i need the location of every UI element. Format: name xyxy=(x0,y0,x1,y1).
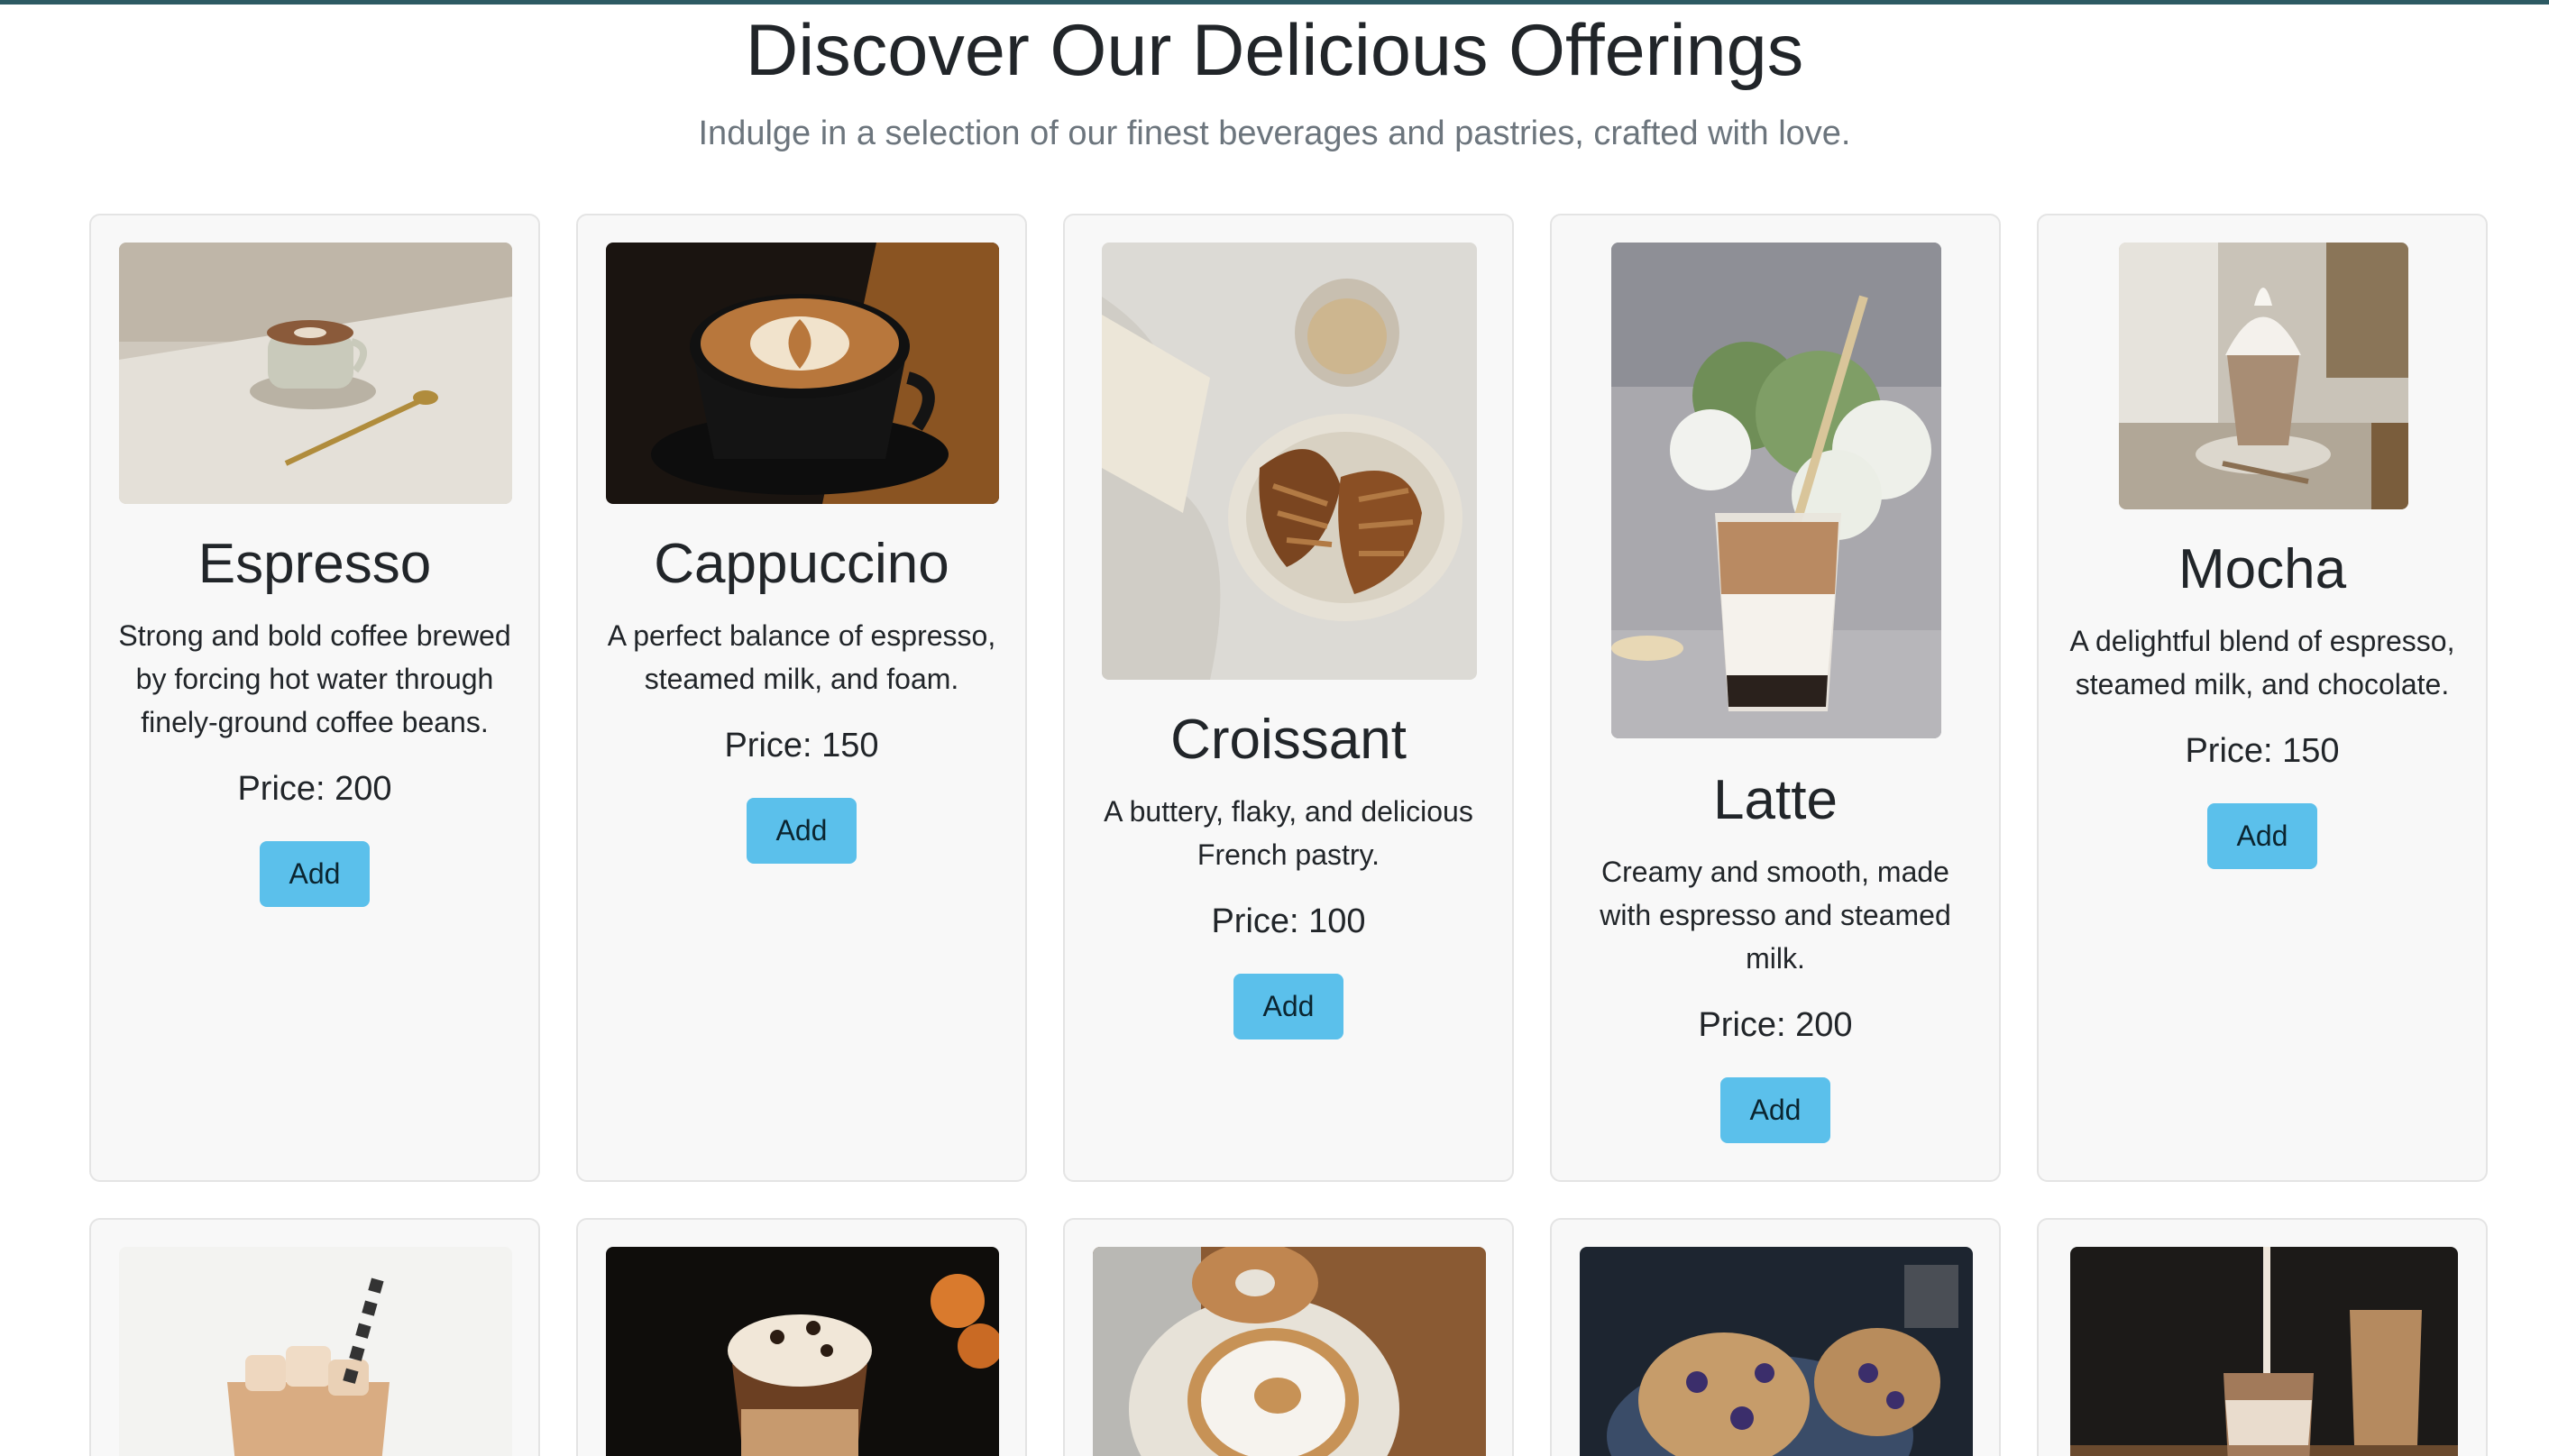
product-name: Cappuccino xyxy=(654,533,949,595)
product-description: A perfect balance of espresso, steamed m… xyxy=(607,619,996,696)
product-price: Price: 200 xyxy=(1698,1006,1853,1045)
iced-coffee-pour-image xyxy=(2070,1247,2458,1456)
product-card-cappuccino: Cappuccino A perfect balance of espresso… xyxy=(576,214,1027,1182)
product-name: Croissant xyxy=(1170,709,1407,771)
page-title: Discover Our Delicious Offerings xyxy=(745,10,1804,91)
product-card-10 xyxy=(2037,1218,2488,1456)
bagel-image xyxy=(1093,1247,1486,1456)
product-card-espresso: Espresso Strong and bold coffee brewed b… xyxy=(89,214,540,1182)
add-button[interactable]: Add xyxy=(747,797,857,864)
product-price: Price: 200 xyxy=(237,770,392,809)
product-price: Price: 150 xyxy=(2185,732,2340,771)
top-accent-bar xyxy=(0,0,2549,5)
product-description: A delightful blend of espresso, steamed … xyxy=(2069,625,2455,701)
product-card-8 xyxy=(1063,1218,1514,1456)
mocha-image xyxy=(2119,243,2408,509)
product-card-mocha: Mocha A delightful blend of espresso, st… xyxy=(2037,214,2488,1182)
product-description: Strong and bold coffee brewed by forcing… xyxy=(118,619,511,739)
espresso-image xyxy=(119,243,512,504)
product-description: Creamy and smooth, made with espresso an… xyxy=(1600,856,1951,975)
muffins-image xyxy=(1580,1247,1973,1456)
page-subtitle: Indulge in a selection of our finest bev… xyxy=(698,114,1851,152)
product-name: Latte xyxy=(1713,769,1838,831)
product-card-latte: Latte Creamy and smooth, made with espre… xyxy=(1550,214,2001,1182)
iced-coffee-image xyxy=(119,1247,512,1456)
latte-image xyxy=(1611,243,1941,738)
add-button[interactable]: Add xyxy=(1720,1076,1830,1143)
whipped-coffee-image xyxy=(606,1247,999,1456)
product-card-9 xyxy=(1550,1218,2001,1456)
product-name: Espresso xyxy=(197,533,432,595)
product-card-7 xyxy=(576,1218,1027,1456)
croissant-image xyxy=(1102,243,1477,680)
add-button[interactable]: Add xyxy=(260,840,370,907)
product-name: Mocha xyxy=(2178,538,2347,600)
product-price: Price: 150 xyxy=(724,727,879,765)
product-price: Price: 100 xyxy=(1211,902,1366,941)
add-button[interactable]: Add xyxy=(2207,802,2317,869)
add-button[interactable]: Add xyxy=(1233,973,1343,1039)
product-description: A buttery, flaky, and delicious French p… xyxy=(1104,795,1473,872)
cappuccino-image xyxy=(606,243,999,504)
product-card-6 xyxy=(89,1218,540,1456)
product-card-croissant: Croissant A buttery, flaky, and deliciou… xyxy=(1063,214,1514,1182)
